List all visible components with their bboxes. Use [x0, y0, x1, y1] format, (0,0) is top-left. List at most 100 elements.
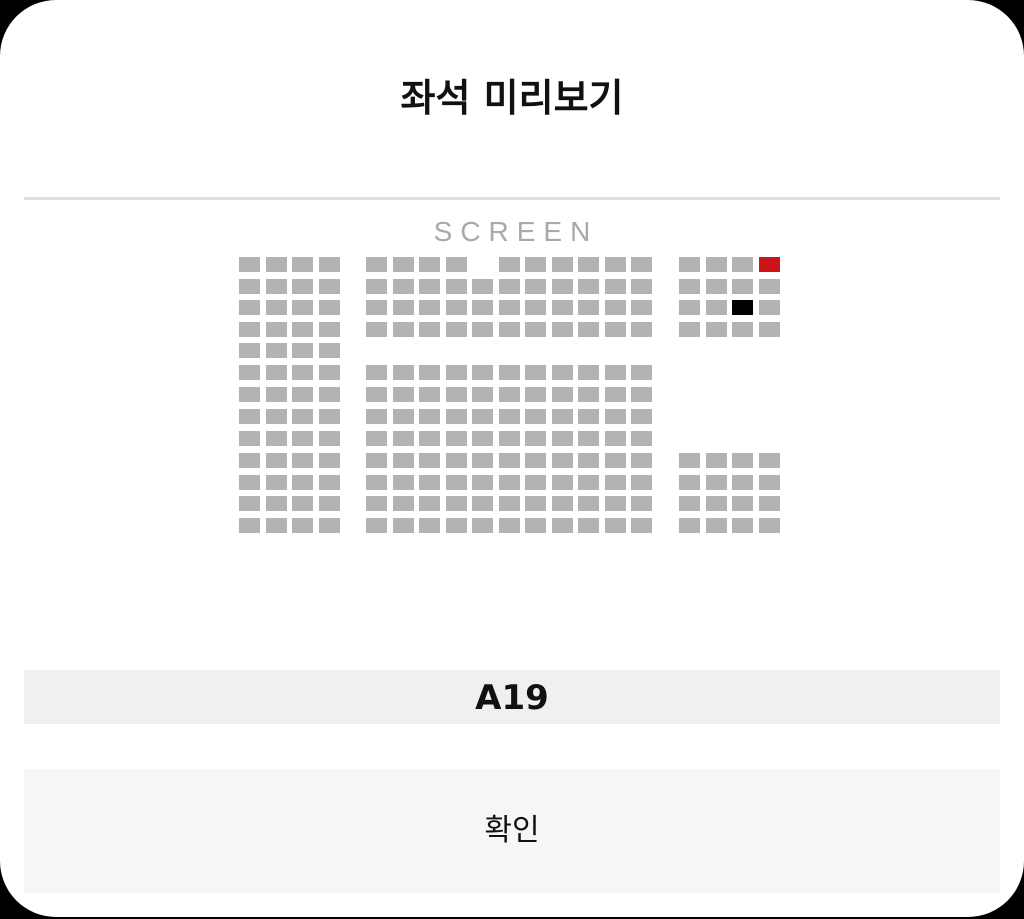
seat — [266, 496, 287, 511]
seat — [239, 300, 260, 315]
seat — [679, 257, 700, 272]
seat — [759, 496, 780, 511]
seat — [605, 475, 626, 490]
seat — [319, 431, 340, 446]
seat — [292, 279, 313, 294]
seat — [419, 279, 440, 294]
seat — [732, 496, 753, 511]
seat — [578, 453, 599, 468]
seat — [732, 322, 753, 337]
seat — [759, 475, 780, 490]
seat — [499, 257, 520, 272]
seat — [292, 365, 313, 380]
seat — [446, 475, 467, 490]
seat — [552, 322, 573, 337]
seat — [472, 322, 493, 337]
seat — [552, 453, 573, 468]
seat — [266, 300, 287, 315]
seat — [393, 257, 414, 272]
seat — [446, 431, 467, 446]
seat — [706, 322, 727, 337]
seat — [292, 518, 313, 533]
seat — [631, 257, 652, 272]
seat — [525, 431, 546, 446]
seat — [319, 343, 340, 358]
seat — [419, 409, 440, 424]
seat — [472, 409, 493, 424]
seat — [266, 365, 287, 380]
seat — [605, 387, 626, 402]
seat — [605, 518, 626, 533]
seat — [552, 279, 573, 294]
seat — [578, 322, 599, 337]
seat — [732, 453, 753, 468]
seat — [366, 409, 387, 424]
seat — [499, 409, 520, 424]
seat — [419, 322, 440, 337]
seat — [419, 453, 440, 468]
seat — [239, 279, 260, 294]
seat — [266, 279, 287, 294]
seat — [578, 431, 599, 446]
seat — [419, 387, 440, 402]
seat — [578, 279, 599, 294]
seat — [419, 300, 440, 315]
confirm-button[interactable]: 확인 — [24, 769, 1000, 893]
seat — [239, 518, 260, 533]
seat — [679, 279, 700, 294]
seat — [393, 431, 414, 446]
seat — [605, 496, 626, 511]
seat — [446, 279, 467, 294]
seat — [525, 279, 546, 294]
seat — [552, 496, 573, 511]
seat — [446, 365, 467, 380]
seat — [631, 365, 652, 380]
seat — [446, 453, 467, 468]
seat — [319, 365, 340, 380]
seat — [239, 496, 260, 511]
selected-seat-label: A19 — [24, 670, 1000, 724]
seat — [605, 365, 626, 380]
seat — [393, 475, 414, 490]
seat — [472, 518, 493, 533]
seat — [499, 496, 520, 511]
seat — [472, 431, 493, 446]
seat — [266, 518, 287, 533]
seat — [319, 453, 340, 468]
seat — [292, 343, 313, 358]
seat — [706, 518, 727, 533]
seat — [292, 453, 313, 468]
seat — [446, 518, 467, 533]
seat — [578, 365, 599, 380]
seat — [393, 279, 414, 294]
seat — [552, 518, 573, 533]
seat — [319, 257, 340, 272]
seat — [472, 475, 493, 490]
seat — [239, 257, 260, 272]
seat — [732, 257, 753, 272]
seat — [366, 387, 387, 402]
seat — [499, 365, 520, 380]
seat — [578, 409, 599, 424]
seat — [266, 387, 287, 402]
seat — [605, 322, 626, 337]
seat — [366, 453, 387, 468]
seat — [706, 496, 727, 511]
seat — [706, 279, 727, 294]
seat — [292, 496, 313, 511]
seat — [499, 431, 520, 446]
seat — [525, 257, 546, 272]
seat — [393, 496, 414, 511]
seat — [631, 475, 652, 490]
seat — [292, 431, 313, 446]
seat — [499, 518, 520, 533]
seat — [319, 475, 340, 490]
seat — [239, 453, 260, 468]
seat — [499, 387, 520, 402]
seat — [605, 279, 626, 294]
seat — [578, 496, 599, 511]
seat — [472, 496, 493, 511]
seat — [706, 300, 727, 315]
seat — [239, 431, 260, 446]
seat — [552, 431, 573, 446]
